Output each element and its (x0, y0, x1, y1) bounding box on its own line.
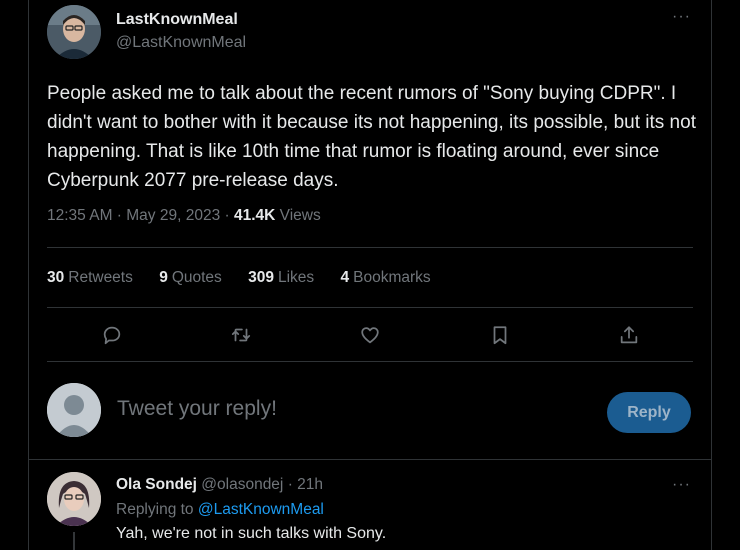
quotes-label: Quotes (171, 269, 222, 286)
quotes-count: 9 (159, 269, 168, 286)
author-avatar[interactable] (47, 5, 101, 59)
default-avatar-icon (47, 383, 101, 437)
bookmarks-stat[interactable]: 4 Bookmarks (340, 269, 430, 287)
views-count: 41.4K (233, 207, 276, 224)
thread-line (73, 532, 75, 550)
retweet-icon[interactable] (228, 322, 254, 348)
tweet-text: People asked me to talk about the recent… (47, 83, 696, 191)
quotes-stat[interactable]: 9 Quotes (159, 269, 222, 287)
divider (47, 307, 693, 308)
retweets-stat[interactable]: 30 Retweets (47, 269, 133, 287)
reply-input[interactable]: Tweet your reply! (117, 397, 277, 421)
retweets-count: 30 (47, 269, 65, 286)
more-options-icon[interactable]: ··· (672, 476, 691, 494)
reply-author-avatar[interactable] (47, 472, 101, 526)
bookmarks-label: Bookmarks (353, 269, 431, 286)
replying-handle-link[interactable]: @LastKnownMeal (198, 501, 324, 518)
share-icon[interactable] (616, 322, 642, 348)
divider (47, 247, 693, 248)
more-options-icon[interactable]: ··· (672, 8, 691, 26)
reply-author-name[interactable]: Ola Sondej (116, 476, 197, 493)
reply-icon[interactable] (99, 322, 125, 348)
views-label: Views (275, 207, 321, 224)
bookmark-icon[interactable] (487, 322, 513, 348)
tweet-meta: 12:35 AM · May 29, 2023 · 41.4K Views (47, 207, 321, 225)
tweet-timestamp[interactable]: 12:35 AM · May 29, 2023 · (47, 207, 234, 224)
reply-time[interactable]: · 21h (283, 476, 323, 493)
reply-text: Yah, we're not in such talks with Sony. (116, 525, 387, 542)
author-name[interactable]: LastKnownMeal (116, 11, 238, 29)
replying-to: Replying to @LastKnownMeal (116, 501, 324, 519)
divider (47, 361, 693, 362)
likes-count: 309 (248, 269, 274, 286)
likes-stat[interactable]: 309 Likes (248, 269, 314, 287)
likes-label: Likes (277, 269, 315, 286)
reply-button[interactable]: Reply (607, 392, 691, 433)
author-handle[interactable]: @LastKnownMeal (116, 34, 246, 52)
bookmarks-count: 4 (340, 269, 350, 286)
reply-header: Ola Sondej @olasondej · 21h (116, 476, 323, 494)
tweet-stats: 30 Retweets 9 Quotes 309 Likes 4 Bookmarks (47, 269, 453, 287)
like-icon[interactable] (357, 322, 383, 348)
retweets-label: Retweets (68, 269, 133, 286)
reply-author-handle[interactable]: @olasondej (201, 476, 283, 493)
replying-prefix: Replying to (116, 501, 198, 518)
